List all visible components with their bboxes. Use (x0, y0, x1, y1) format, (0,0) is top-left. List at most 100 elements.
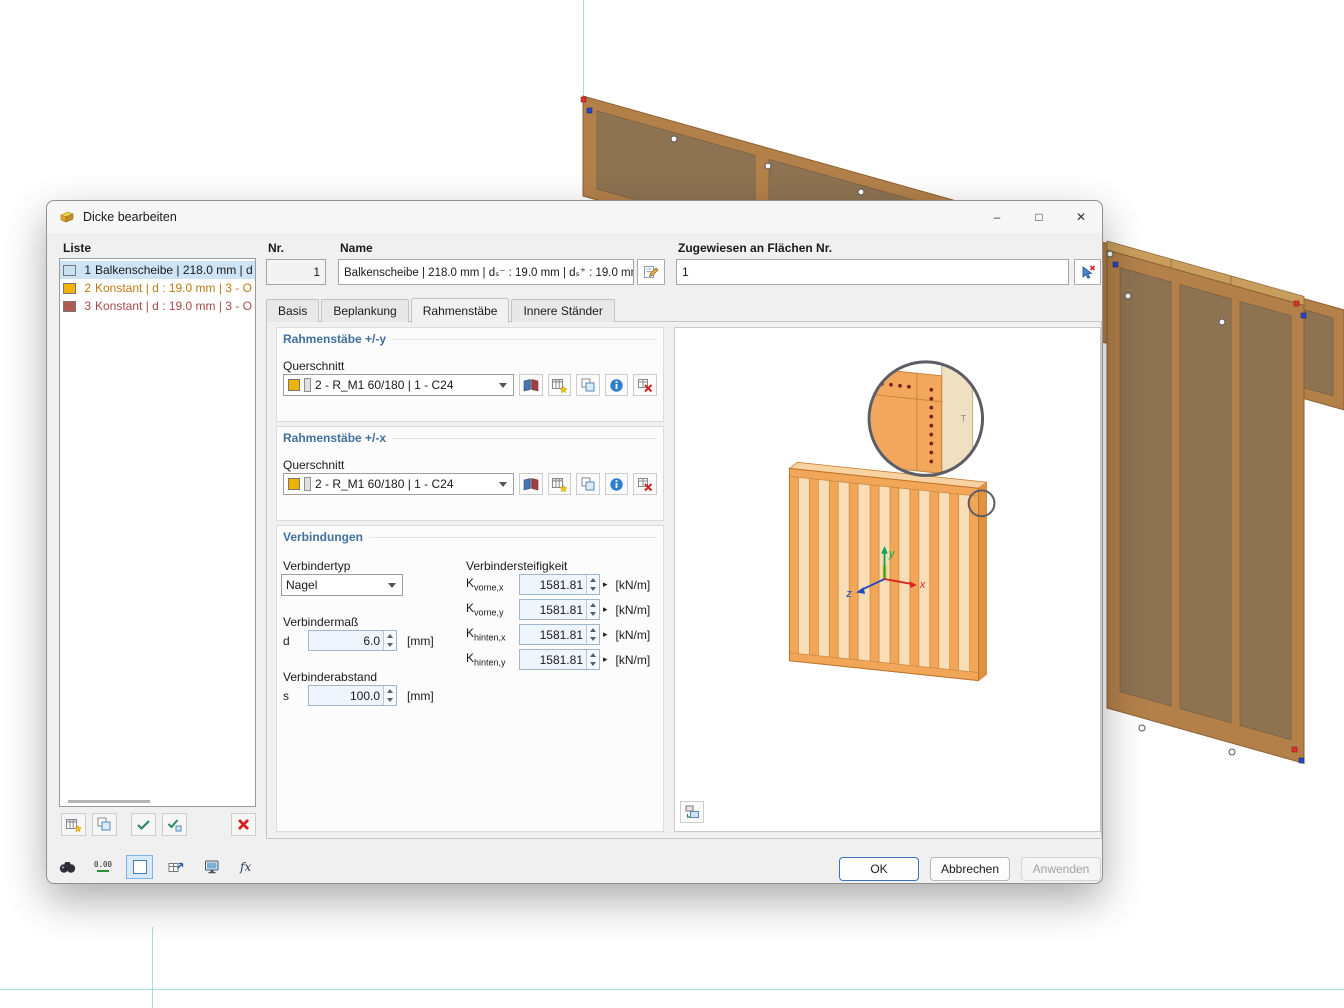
tab-beplankung[interactable]: Beplankung (321, 299, 409, 322)
screen: Dicke bearbeiten – □ ✕ Liste 1 Balkensch… (0, 0, 1344, 1008)
edit-name-button[interactable] (637, 259, 665, 285)
name-field[interactable]: Balkenscheibe | 218.0 mm | dₛ⁻ : 19.0 mm… (338, 259, 634, 285)
detail-arrow-icon[interactable]: ▸ (603, 604, 608, 615)
stiffness-input[interactable]: 1581.81 (519, 599, 600, 620)
chevron-down-icon (499, 382, 508, 388)
cross-section-dropdown[interactable]: 2 - R_M1 60/180 | 1 - C24 (283, 473, 515, 495)
item-label: Balkenscheibe | 218.0 mm | dₛ⁻ : (95, 263, 252, 277)
section-delete-button[interactable] (633, 374, 658, 396)
spin-up-icon[interactable] (384, 686, 396, 696)
stiffness-value: 1581.81 (539, 577, 583, 592)
fx-icon: fx (239, 860, 251, 874)
stiffness-symbol: Kvorne,y (466, 601, 504, 618)
dialog-titlebar[interactable]: Dicke bearbeiten – □ ✕ (47, 201, 1102, 233)
ok-button[interactable]: OK (839, 857, 919, 881)
maximize-button[interactable]: □ (1018, 201, 1060, 233)
list-item-2[interactable]: 2 Konstant | d : 19.0 mm | 3 - OSB (60, 279, 255, 297)
spin-down-icon[interactable] (587, 610, 599, 620)
section-copy-button[interactable] (576, 473, 600, 495)
spin-down-icon[interactable] (587, 660, 599, 670)
detail-arrow-icon[interactable]: ▸ (603, 654, 608, 665)
svg-text:fx: fx (239, 860, 251, 874)
check-all-button[interactable] (131, 813, 156, 836)
details-button[interactable] (54, 855, 81, 879)
chevron-down-icon (388, 582, 396, 588)
apply-button[interactable]: Anwenden (1021, 857, 1101, 881)
spin-down-icon[interactable] (587, 585, 599, 595)
cancel-button[interactable]: Abbrechen (930, 857, 1010, 881)
spin-down-icon[interactable] (384, 696, 396, 706)
connector-type-label: Verbindertyp (283, 559, 351, 573)
assigned-surfaces-field[interactable]: 1 (676, 259, 1069, 285)
tab-rahmenstaebe[interactable]: Rahmenstäbe (410, 298, 510, 323)
minimize-button[interactable]: – (976, 201, 1018, 233)
stiffness-value: 1581.81 (539, 652, 583, 667)
cross-section-dropdown[interactable]: 2 - R_M1 60/180 | 1 - C24 (283, 374, 515, 396)
table-delete-icon (637, 378, 652, 392)
preview-3d-wall: y x z T (788, 360, 996, 682)
connector-spacing-input[interactable]: 100.0 (308, 685, 397, 706)
new-table-icon (551, 477, 568, 492)
list-item-1[interactable]: 1 Balkenscheibe | 218.0 mm | dₛ⁻ : (60, 261, 255, 279)
section-new-button[interactable] (547, 473, 572, 495)
section-library-button[interactable] (519, 374, 543, 396)
spinner (586, 625, 599, 644)
list-item-3[interactable]: 3 Konstant | d : 19.0 mm | 3 - OSB (60, 297, 255, 315)
delete-item-button[interactable] (231, 813, 256, 836)
preview-options-button[interactable] (680, 801, 704, 823)
stiffness-input[interactable]: 1581.81 (519, 574, 600, 595)
connector-spacing-value: 100.0 (349, 688, 380, 703)
close-button[interactable]: ✕ (1060, 201, 1102, 233)
info-icon (610, 477, 623, 491)
new-item-button[interactable] (61, 813, 86, 836)
display-color-button[interactable] (126, 855, 153, 879)
section-library-button[interactable] (519, 473, 543, 495)
copy-item-button[interactable] (92, 813, 117, 836)
color-swatch (63, 300, 76, 312)
horizontal-scrollbar[interactable] (68, 800, 150, 803)
table-delete-icon (637, 477, 652, 491)
stiffness-value: 1581.81 (539, 602, 583, 617)
nr-field[interactable]: 1 (266, 259, 326, 285)
detail-arrow-icon[interactable]: ▸ (603, 629, 608, 640)
assign-units-button[interactable] (162, 855, 189, 879)
detail-arrow-icon[interactable]: ▸ (603, 579, 608, 590)
magnifier-detail: T (870, 363, 982, 474)
item-number: 2 (84, 281, 91, 295)
section-copy-button[interactable] (576, 374, 600, 396)
connector-spacing-label: Verbinderabstand (283, 670, 378, 684)
spin-up-icon[interactable] (587, 650, 599, 660)
connector-size-input[interactable]: 6.0 (308, 630, 397, 651)
stiffness-input[interactable]: 1581.81 (519, 624, 600, 645)
library-book-icon (523, 478, 539, 491)
tab-innere-staender[interactable]: Innere Ständer (511, 299, 615, 322)
section-verbindungen: Verbindungen Verbindertyp Nagel Verbinde… (276, 525, 664, 832)
section-color-swatch (288, 478, 300, 490)
stiffness-input[interactable]: 1581.81 (519, 649, 600, 670)
formula-button[interactable]: fx (234, 855, 261, 879)
spin-down-icon[interactable] (384, 641, 396, 651)
stiffness-symbol: Kvorne,x (466, 576, 504, 593)
tab-basis[interactable]: Basis (266, 299, 320, 322)
new-table-icon (65, 818, 82, 832)
name-label: Name (340, 241, 373, 255)
decimal-places-button[interactable]: 0.00 (90, 855, 117, 879)
display-settings-button[interactable] (198, 855, 225, 879)
stiffness-row: Khinten,x 1581.81 ▸ [kN/m] (466, 624, 650, 645)
section-new-button[interactable] (547, 374, 572, 396)
select-surfaces-button[interactable] (1074, 259, 1101, 285)
connector-type-dropdown[interactable]: Nagel (281, 574, 403, 596)
cross-section-mini-icon (304, 378, 311, 392)
spin-up-icon[interactable] (587, 575, 599, 585)
section-info-button[interactable] (604, 473, 629, 495)
binoculars-icon (59, 862, 76, 873)
stiffness-value: 1581.81 (539, 627, 583, 642)
spin-up-icon[interactable] (587, 625, 599, 635)
check-selected-button[interactable] (162, 813, 187, 836)
spin-up-icon[interactable] (384, 631, 396, 641)
section-delete-button[interactable] (633, 473, 658, 495)
cross-section-mini-icon (304, 477, 311, 491)
spin-down-icon[interactable] (587, 635, 599, 645)
section-info-button[interactable] (604, 374, 629, 396)
spin-up-icon[interactable] (587, 600, 599, 610)
